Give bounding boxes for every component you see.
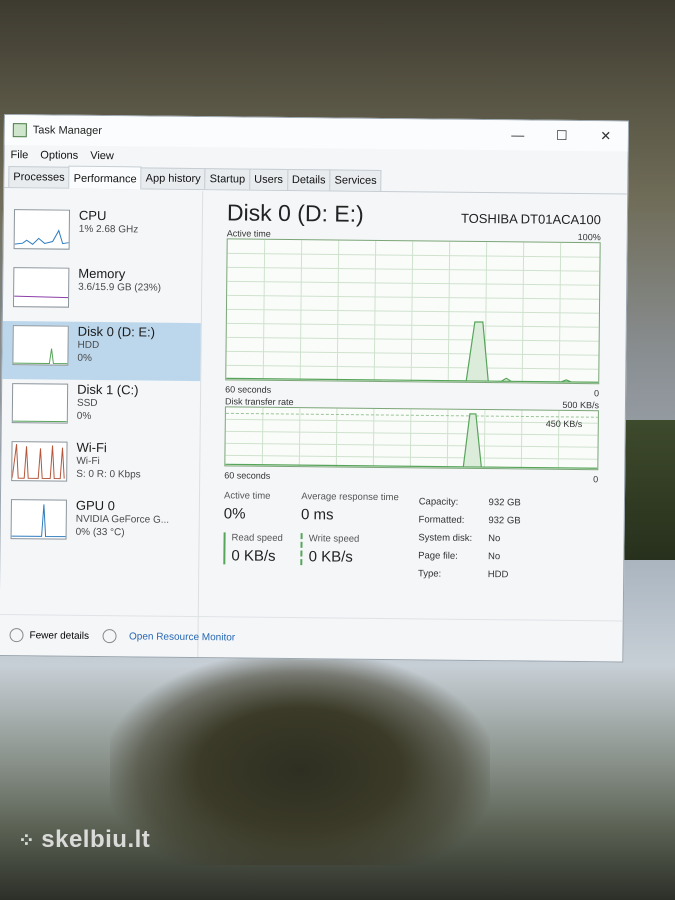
active-time-value: 0% [223, 505, 246, 523]
performance-sidebar: CPU 1% 2.68 GHz Memory 3.6/15.9 GB (23%) [0, 189, 204, 658]
site-watermark: ⁘ skelbiu.lt [18, 826, 150, 854]
menu-view[interactable]: View [90, 150, 114, 162]
sidebar-label: Wi-Fi [76, 439, 107, 456]
tab-performance[interactable]: Performance [68, 165, 142, 190]
chevron-up-icon [9, 628, 24, 643]
tab-app-history[interactable]: App history [140, 167, 206, 190]
tab-details[interactable]: Details [286, 168, 331, 191]
disk0-thumbnail-graph [12, 325, 69, 366]
close-button[interactable]: ✕ [584, 121, 628, 151]
read-speed-value: 0 KB/s [231, 547, 276, 565]
background-tree-reflection [110, 655, 490, 865]
disk1-thumbnail-graph [11, 383, 69, 424]
avg-response-value: 0 ms [300, 506, 334, 524]
sidebar-label: Memory [78, 265, 126, 282]
sidebar-sub: 3.6/15.9 GB (23%) [78, 281, 162, 294]
avg-response-label: Average response time [301, 491, 399, 504]
chart-transfer-rate-max: 500 KB/s [562, 399, 600, 411]
window-title: Task Manager [32, 124, 102, 138]
fewer-details-link[interactable]: Fewer details [29, 630, 89, 642]
page-title: Disk 0 (D: E:) [226, 199, 364, 227]
gpu-thumbnail-graph [10, 499, 67, 540]
chart-active-time-min: 0 [594, 388, 600, 399]
chart-transfer-rate-inner: 450 KB/s [546, 419, 583, 429]
prop-key: System disk: [418, 532, 473, 544]
prop-value: No [488, 533, 501, 545]
watermark-dots-icon: ⁘ [18, 830, 36, 852]
prop-value: HDD [487, 569, 509, 581]
active-time-label: Active time [223, 490, 271, 502]
menu-options[interactable]: Options [40, 149, 78, 161]
prop-value: No [487, 551, 501, 563]
prop-value: 932 GB [488, 515, 521, 527]
sidebar-label: Disk 1 (C:) [77, 381, 139, 398]
memory-thumbnail-graph [12, 267, 70, 308]
chart-active-time-span: 60 seconds [225, 384, 272, 395]
cpu-thumbnail-graph [13, 209, 71, 250]
write-speed-label: Write speed [308, 533, 360, 545]
tab-processes[interactable]: Processes [8, 166, 70, 188]
sidebar-label: CPU [78, 207, 107, 224]
sidebar-sub: 0% [76, 410, 92, 422]
sidebar-label: Disk 0 (D: E:) [77, 323, 156, 340]
sidebar-sub: Wi-Fi [76, 455, 100, 468]
chart-transfer-rate-span: 60 seconds [224, 470, 271, 481]
tab-startup[interactable]: Startup [204, 168, 251, 190]
sidebar-item-gpu[interactable]: GPU 0 NVIDIA GeForce G... 0% (33 °C) [0, 495, 199, 555]
chart-active-time-label: Active time [226, 228, 271, 239]
prop-key: Capacity: [418, 496, 459, 508]
disk-stats: Active time 0% Read speed 0 KB/s Average… [223, 490, 624, 586]
sidebar-item-wifi[interactable]: Wi-Fi Wi-Fi S: 0 R: 0 Kbps [1, 437, 200, 497]
maximize-button[interactable]: ☐ [540, 121, 584, 151]
write-speed-value: 0 KB/s [308, 548, 353, 566]
transfer-rate-chart: 450 KB/s [224, 406, 599, 471]
sidebar-item-cpu[interactable]: CPU 1% 2.68 GHz [3, 205, 202, 265]
minimize-button[interactable]: — [496, 120, 540, 150]
footer-bar: Fewer details Open Resource Monitor [0, 613, 623, 662]
sidebar-item-disk1[interactable]: Disk 1 (C:) SSD 0% [2, 379, 201, 439]
sidebar-label: GPU 0 [75, 497, 115, 514]
sidebar-item-disk0[interactable]: Disk 0 (D: E:) HDD 0% [2, 320, 201, 382]
sidebar-sub: 0% [77, 352, 92, 364]
tab-services[interactable]: Services [329, 169, 382, 191]
sidebar-sub: 0% (33 °C) [75, 526, 125, 539]
chart-transfer-rate-min: 0 [593, 474, 599, 485]
menu-file[interactable]: File [11, 149, 29, 161]
sidebar-sub: HDD [77, 339, 100, 352]
disk-properties: Capacity: 932 GB Formatted: 932 GB System … [416, 492, 537, 585]
watermark-text: skelbiu.lt [41, 826, 151, 853]
task-manager-icon [12, 123, 27, 138]
task-manager-window: Task Manager — ☐ ✕ File Options View Pro… [0, 114, 629, 663]
sidebar-sub: NVIDIA GeForce G... [75, 513, 170, 526]
prop-value: 932 GB [488, 497, 521, 509]
wifi-thumbnail-graph [11, 441, 68, 482]
disk-detail-panel: Disk 0 (D: E:) TOSHIBA DT01ACA100 Active… [198, 191, 627, 661]
resource-monitor-icon [102, 629, 118, 644]
prop-key: Page file: [418, 550, 458, 562]
sidebar-item-memory[interactable]: Memory 3.6/15.9 GB (23%) [3, 263, 202, 323]
sidebar-sub: 1% 2.68 GHz [78, 223, 139, 236]
open-resource-monitor-link[interactable]: Open Resource Monitor [129, 631, 235, 643]
chart-active-time-max: 100% [577, 232, 601, 243]
sidebar-sub: S: 0 R: 0 Kbps [76, 468, 141, 481]
active-time-chart [225, 238, 601, 385]
tab-users[interactable]: Users [249, 168, 289, 190]
read-speed-label: Read speed [231, 532, 283, 544]
prop-key: Formatted: [418, 514, 465, 526]
prop-key: Type: [417, 568, 442, 580]
disk-model: TOSHIBA DT01ACA100 [460, 210, 602, 228]
sidebar-sub: SSD [76, 397, 98, 409]
